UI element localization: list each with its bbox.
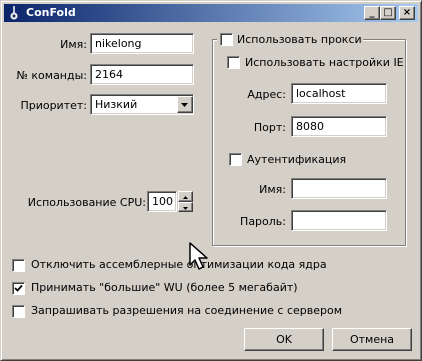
arrow-up-icon	[183, 196, 188, 199]
proxy-user-label: Имя:	[259, 183, 286, 196]
use-ie-settings-label: Использовать настройки IE	[245, 56, 404, 69]
big-wu-checkbox[interactable]	[12, 282, 25, 295]
port-input[interactable]: 8080	[291, 116, 387, 137]
authentication-checkbox[interactable]	[229, 153, 242, 166]
cpu-spin-up-button[interactable]	[178, 191, 193, 202]
ok-button[interactable]: OK	[244, 328, 324, 351]
cpu-spin-down-button[interactable]	[178, 202, 193, 212]
arrow-down-icon	[183, 207, 188, 210]
checkmark-icon	[14, 284, 23, 292]
name-input[interactable]: nikelong	[90, 33, 194, 54]
title-bar[interactable]: ConFold _ □ ×	[4, 4, 418, 22]
authentication-label: Аутентификация	[247, 153, 347, 166]
cpu-usage-label: Использование CPU:	[27, 196, 146, 209]
cpu-usage-input[interactable]: 100	[147, 191, 177, 212]
use-proxy-label: Использовать прокси	[237, 33, 362, 46]
maximize-button[interactable]: □	[380, 6, 396, 20]
team-number-input[interactable]: 2164	[90, 64, 194, 85]
proxy-user-input[interactable]	[291, 178, 387, 199]
proxy-group-header[interactable]: Использовать прокси	[217, 32, 363, 47]
priority-label: Приоритет:	[20, 99, 87, 112]
ask-connect-label: Запрашивать разрешения на соединение с с…	[31, 304, 343, 317]
cancel-button[interactable]: Отмена	[332, 328, 412, 351]
proxy-password-input[interactable]	[291, 210, 387, 231]
priority-value: Низкий	[95, 98, 138, 111]
close-button[interactable]: ×	[399, 6, 415, 20]
app-icon	[6, 5, 22, 21]
mouse-cursor-icon	[188, 241, 212, 274]
big-wu-label: Принимать "большие" WU (более 5 мегабайт…	[31, 281, 298, 294]
window-title: ConFold	[26, 6, 76, 19]
use-proxy-checkbox[interactable]	[220, 33, 233, 46]
disable-asm-label: Отключить ассемблерные оптимизации кода …	[31, 258, 327, 271]
use-ie-settings-checkbox[interactable]	[227, 56, 240, 69]
name-label: Имя:	[60, 38, 87, 51]
port-label: Порт:	[253, 121, 286, 134]
priority-dropdown-button[interactable]	[177, 96, 193, 113]
minimize-button[interactable]: _	[364, 6, 380, 20]
ask-connect-checkbox[interactable]	[12, 305, 25, 318]
confold-dialog: ConFold _ □ × Имя: nikelong № команды: 2…	[0, 0, 422, 361]
disable-asm-checkbox[interactable]	[12, 259, 25, 272]
address-input[interactable]: localhost	[291, 83, 387, 104]
address-label: Адрес:	[247, 88, 286, 101]
team-number-label: № команды:	[16, 69, 87, 82]
chevron-down-icon	[181, 103, 188, 107]
proxy-password-label: Пароль:	[240, 215, 286, 228]
